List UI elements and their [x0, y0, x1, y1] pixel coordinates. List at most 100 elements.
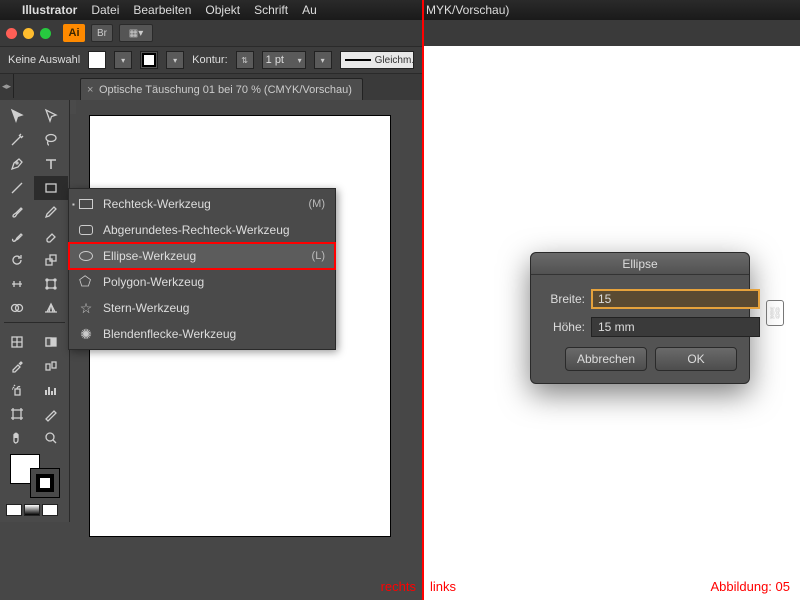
free-transform-tool[interactable] [34, 272, 68, 296]
link-dimensions-icon[interactable]: ⛓ [766, 300, 784, 326]
blend-tool[interactable] [34, 354, 68, 378]
line-segment-tool[interactable] [0, 176, 34, 200]
slice-tool[interactable] [34, 402, 68, 426]
menu-bearbeiten[interactable]: Bearbeiten [133, 3, 191, 17]
label-rechts: rechts [381, 579, 416, 594]
width-label: Breite: [543, 292, 585, 306]
symbol-sprayer-tool[interactable] [0, 378, 34, 402]
document-tab-strip: × Optische Täuschung 01 bei 70 % (CMYK/V… [0, 74, 422, 100]
close-window-icon[interactable] [6, 28, 17, 39]
perspective-grid-tool[interactable] [34, 296, 68, 320]
stroke-color-swatch[interactable] [140, 51, 158, 69]
blob-brush-tool[interactable] [0, 224, 34, 248]
menu-datei[interactable]: Datei [91, 3, 119, 17]
fill-color-swatch[interactable] [88, 51, 106, 69]
cancel-button[interactable]: Abbrechen [565, 347, 647, 371]
right-menubar-fragment: MYK/Vorschau) [422, 0, 800, 20]
width-tool[interactable] [0, 272, 34, 296]
flyout-item-shortcut: (L) [312, 250, 325, 262]
menu-truncated[interactable]: Au [302, 3, 317, 17]
rotate-tool[interactable] [0, 248, 34, 272]
right-tab-strip [422, 20, 800, 46]
magic-wand-tool[interactable] [0, 128, 34, 152]
eraser-tool[interactable] [34, 224, 68, 248]
color-mode-row [0, 502, 69, 522]
panel-toggle[interactable]: ◂▸ [0, 74, 14, 98]
flyout-blendenflecke[interactable]: Blendenflecke-Werkzeug [69, 321, 335, 347]
menu-objekt[interactable]: Objekt [205, 3, 240, 17]
column-graph-tool[interactable] [34, 378, 68, 402]
mesh-tool[interactable] [0, 330, 34, 354]
color-mode-none[interactable] [42, 504, 58, 516]
zoom-tool[interactable] [34, 426, 68, 450]
color-mode-gradient[interactable] [24, 504, 40, 516]
direct-selection-tool[interactable] [34, 104, 68, 128]
app-name[interactable]: Illustrator [22, 3, 77, 17]
shape-builder-tool[interactable] [0, 296, 34, 320]
stroke-width-input[interactable]: 1 pt▾ [262, 51, 306, 69]
ellipse-icon [79, 251, 93, 261]
flyout-item-label: Stern-Werkzeug [103, 301, 189, 315]
control-bar: Keine Auswahl ▾ ▾ Kontur: ⇅ 1 pt▾ ▾ Glei… [0, 46, 422, 74]
flyout-polygon[interactable]: Polygon-Werkzeug [69, 269, 335, 295]
gradient-tool[interactable] [34, 330, 68, 354]
eyedropper-tool[interactable] [0, 354, 34, 378]
mac-menu-bar: Illustrator Datei Bearbeiten Objekt Schr… [0, 0, 422, 20]
pen-tool[interactable] [0, 152, 34, 176]
flyout-abgerundetes-rechteck[interactable]: Abgerundetes-Rechteck-Werkzeug [69, 217, 335, 243]
star-icon [79, 301, 93, 315]
polygon-icon [79, 276, 93, 288]
rectangle-icon [79, 199, 93, 209]
height-label: Höhe: [543, 320, 585, 334]
toolbox-grabber[interactable] [70, 100, 76, 114]
menu-schrift[interactable]: Schrift [254, 3, 288, 17]
ok-button[interactable]: OK [655, 347, 737, 371]
window-controls [6, 28, 51, 39]
arrange-documents-button[interactable]: ▦▾ [119, 24, 153, 42]
flyout-rechteck[interactable]: Rechteck-Werkzeug (M) [69, 191, 335, 217]
flyout-item-label: Blendenflecke-Werkzeug [103, 327, 236, 341]
stroke-stepper[interactable]: ⇅ [236, 51, 254, 69]
hand-tool[interactable] [0, 426, 34, 450]
bridge-button[interactable]: Br [91, 24, 113, 42]
close-tab-icon[interactable]: × [87, 84, 93, 96]
shape-tool-flyout: Rechteck-Werkzeug (M) Abgerundetes-Recht… [68, 188, 336, 350]
fill-dropdown[interactable]: ▾ [114, 51, 132, 69]
color-mode-solid[interactable] [6, 504, 22, 516]
illustrator-app-icon: Ai [63, 24, 85, 42]
flyout-item-label: Abgerundetes-Rechteck-Werkzeug [103, 223, 290, 237]
height-input[interactable] [591, 317, 760, 337]
zoom-window-icon[interactable] [40, 28, 51, 39]
fill-stroke-control[interactable] [10, 454, 60, 498]
label-abbildung: Abbildung: 05 [710, 579, 790, 594]
flyout-item-label: Rechteck-Werkzeug [103, 197, 211, 211]
flyout-stern[interactable]: Stern-Werkzeug [69, 295, 335, 321]
flyout-item-label: Polygon-Werkzeug [103, 275, 204, 289]
selection-status: Keine Auswahl [8, 54, 80, 66]
scale-tool[interactable] [34, 248, 68, 272]
label-links: links [430, 579, 456, 594]
stroke-profile-dropdown[interactable]: ▾ [314, 51, 332, 69]
selection-tool[interactable] [0, 104, 34, 128]
stroke-style-display[interactable]: Gleichm. [340, 51, 414, 69]
kontur-label: Kontur: [192, 54, 227, 66]
dialog-title: Ellipse [531, 253, 749, 275]
rounded-rectangle-icon [79, 225, 93, 235]
type-tool[interactable] [34, 152, 68, 176]
width-input[interactable] [591, 289, 760, 309]
rectangle-tool[interactable] [34, 176, 68, 200]
stroke-swatch-icon[interactable] [30, 468, 60, 498]
ellipse-dialog: Ellipse Breite: Höhe: ⛓ Abbrech [530, 252, 750, 384]
document-tab-label: Optische Täuschung 01 bei 70 % (CMYK/Vor… [99, 84, 352, 96]
flyout-item-shortcut: (M) [309, 198, 326, 210]
artboard-tool[interactable] [0, 402, 34, 426]
minimize-window-icon[interactable] [23, 28, 34, 39]
flyout-ellipse[interactable]: Ellipse-Werkzeug (L) [69, 243, 335, 269]
paintbrush-tool[interactable] [0, 200, 34, 224]
app-chrome: Ai Br ▦▾ [0, 20, 422, 46]
stroke-dropdown[interactable]: ▾ [166, 51, 184, 69]
flyout-item-label: Ellipse-Werkzeug [103, 249, 196, 263]
document-tab[interactable]: × Optische Täuschung 01 bei 70 % (CMYK/V… [80, 78, 363, 100]
lasso-tool[interactable] [34, 128, 68, 152]
pencil-tool[interactable] [34, 200, 68, 224]
